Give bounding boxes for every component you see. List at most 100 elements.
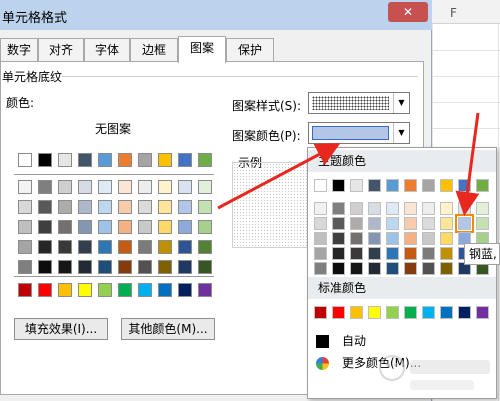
- standard-color-swatch[interactable]: [314, 306, 327, 319]
- color-swatch[interactable]: [38, 200, 52, 214]
- color-swatch[interactable]: [18, 240, 32, 254]
- color-swatch[interactable]: [118, 240, 132, 254]
- theme-color-swatch[interactable]: [314, 232, 327, 245]
- theme-color-swatch[interactable]: [404, 262, 417, 275]
- theme-color-swatch[interactable]: [422, 232, 435, 245]
- theme-color-swatch[interactable]: [332, 247, 345, 260]
- theme-color-swatch[interactable]: [440, 247, 453, 260]
- color-swatch[interactable]: [178, 220, 192, 234]
- color-swatch[interactable]: [78, 180, 92, 194]
- automatic-color-option[interactable]: 自动: [312, 332, 492, 350]
- theme-color-swatch[interactable]: [455, 214, 474, 233]
- color-swatch[interactable]: [58, 180, 72, 194]
- theme-color-swatch[interactable]: [332, 179, 345, 192]
- theme-color-swatch[interactable]: [332, 217, 345, 230]
- pattern-style-dropdown[interactable]: ▼: [308, 92, 410, 114]
- theme-color-swatch[interactable]: [440, 262, 453, 275]
- theme-color-swatch[interactable]: [404, 232, 417, 245]
- color-swatch[interactable]: [178, 180, 192, 194]
- theme-color-swatch[interactable]: [314, 262, 327, 275]
- standard-color-swatch[interactable]: [350, 306, 363, 319]
- color-swatch[interactable]: [158, 180, 172, 194]
- color-swatch[interactable]: [38, 153, 52, 167]
- color-swatch[interactable]: [78, 153, 92, 167]
- theme-color-swatch[interactable]: [332, 232, 345, 245]
- color-swatch[interactable]: [158, 200, 172, 214]
- color-swatch[interactable]: [38, 180, 52, 194]
- standard-color-swatch[interactable]: [458, 306, 471, 319]
- theme-color-swatch[interactable]: [440, 179, 453, 192]
- color-swatch[interactable]: [78, 200, 92, 214]
- color-swatch[interactable]: [198, 283, 212, 297]
- more-colors-button[interactable]: 其他颜色(M)...: [121, 318, 215, 340]
- color-swatch[interactable]: [178, 200, 192, 214]
- tab-border[interactable]: 边框: [130, 38, 178, 62]
- color-swatch[interactable]: [158, 153, 172, 167]
- theme-color-swatch[interactable]: [422, 262, 435, 275]
- color-swatch[interactable]: [118, 200, 132, 214]
- color-swatch[interactable]: [18, 200, 32, 214]
- tab-font[interactable]: 字体: [84, 38, 130, 62]
- color-swatch[interactable]: [58, 220, 72, 234]
- color-swatch[interactable]: [138, 200, 152, 214]
- theme-color-swatch[interactable]: [422, 247, 435, 260]
- theme-color-swatch[interactable]: [314, 247, 327, 260]
- color-swatch[interactable]: [198, 200, 212, 214]
- standard-color-swatch[interactable]: [368, 306, 381, 319]
- color-swatch[interactable]: [198, 260, 212, 274]
- theme-color-swatch[interactable]: [350, 247, 363, 260]
- color-swatch[interactable]: [198, 180, 212, 194]
- theme-color-swatch[interactable]: [476, 217, 489, 230]
- theme-color-swatch[interactable]: [314, 179, 327, 192]
- color-swatch[interactable]: [158, 260, 172, 274]
- theme-color-swatch[interactable]: [386, 179, 399, 192]
- color-swatch[interactable]: [78, 260, 92, 274]
- theme-color-swatch[interactable]: [404, 247, 417, 260]
- theme-color-swatch[interactable]: [422, 179, 435, 192]
- no-pattern-option[interactable]: 无图案: [95, 120, 131, 137]
- theme-color-swatch[interactable]: [404, 179, 417, 192]
- color-swatch[interactable]: [98, 180, 112, 194]
- color-swatch[interactable]: [178, 153, 192, 167]
- color-swatch[interactable]: [18, 180, 32, 194]
- theme-color-swatch[interactable]: [440, 202, 453, 215]
- color-swatch[interactable]: [18, 220, 32, 234]
- color-swatch[interactable]: [98, 283, 112, 297]
- color-swatch[interactable]: [158, 240, 172, 254]
- color-swatch[interactable]: [38, 240, 52, 254]
- color-swatch[interactable]: [58, 260, 72, 274]
- fill-effects-button[interactable]: 填充效果(I)...: [14, 318, 108, 340]
- color-swatch[interactable]: [98, 240, 112, 254]
- theme-color-swatch[interactable]: [350, 202, 363, 215]
- theme-color-swatch[interactable]: [350, 232, 363, 245]
- theme-color-swatch[interactable]: [368, 262, 381, 275]
- pattern-color-dropdown[interactable]: ▼: [308, 122, 410, 144]
- column-header-f[interactable]: F: [432, 0, 500, 24]
- standard-color-swatch[interactable]: [386, 306, 399, 319]
- color-swatch[interactable]: [98, 260, 112, 274]
- color-swatch[interactable]: [118, 180, 132, 194]
- theme-color-swatch[interactable]: [368, 179, 381, 192]
- standard-color-swatch[interactable]: [440, 306, 453, 319]
- color-swatch[interactable]: [138, 220, 152, 234]
- standard-color-swatch[interactable]: [332, 306, 345, 319]
- theme-color-swatch[interactable]: [332, 202, 345, 215]
- color-swatch[interactable]: [138, 283, 152, 297]
- color-swatch[interactable]: [138, 153, 152, 167]
- color-swatch[interactable]: [58, 240, 72, 254]
- close-button[interactable]: ✕: [388, 2, 428, 22]
- theme-color-swatch[interactable]: [368, 217, 381, 230]
- standard-color-swatch[interactable]: [476, 306, 489, 319]
- theme-color-swatch[interactable]: [476, 179, 489, 192]
- color-swatch[interactable]: [118, 220, 132, 234]
- theme-color-swatch[interactable]: [458, 179, 471, 192]
- theme-color-swatch[interactable]: [404, 202, 417, 215]
- color-swatch[interactable]: [118, 260, 132, 274]
- color-swatch[interactable]: [198, 220, 212, 234]
- theme-color-swatch[interactable]: [368, 247, 381, 260]
- color-swatch[interactable]: [38, 283, 52, 297]
- theme-color-swatch[interactable]: [332, 262, 345, 275]
- color-swatch[interactable]: [18, 283, 32, 297]
- theme-color-swatch[interactable]: [368, 202, 381, 215]
- theme-color-swatch[interactable]: [368, 232, 381, 245]
